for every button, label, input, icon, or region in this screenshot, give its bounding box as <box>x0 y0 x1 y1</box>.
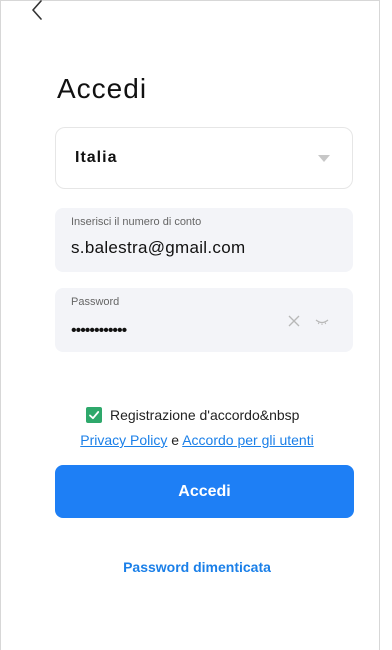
login-button[interactable]: Accedi <box>55 465 354 518</box>
caret-down-icon <box>318 155 330 162</box>
chevron-left-icon <box>32 0 42 20</box>
account-field[interactable]: Inserisci il numero di conto <box>55 208 353 272</box>
user-agreement-link[interactable]: Accordo per gli utenti <box>182 432 314 448</box>
account-field-label: Inserisci il numero di conto <box>71 216 202 228</box>
agreement-row: Registrazione d'accordo&nbsp <box>86 405 299 425</box>
links-conjunction: e <box>171 432 180 448</box>
policy-links: Privacy Policy e Accordo per gli utenti <box>1 432 392 448</box>
back-button[interactable] <box>29 0 47 23</box>
password-field[interactable]: Password •••••••••••• <box>55 288 353 352</box>
agreement-text: Registrazione d'accordo&nbsp <box>110 407 300 423</box>
eye-closed-icon[interactable] <box>315 314 329 328</box>
password-input[interactable]: •••••••••••• <box>71 322 127 340</box>
close-icon[interactable] <box>287 314 301 328</box>
country-select[interactable]: Italia <box>55 127 353 189</box>
password-field-label: Password <box>71 296 120 308</box>
privacy-policy-link[interactable]: Privacy Policy <box>80 432 167 448</box>
checkmark-icon <box>89 411 100 420</box>
page-title: Accedi <box>57 73 148 104</box>
agreement-checkbox[interactable] <box>86 407 102 423</box>
forgot-password-link[interactable]: Password dimenticata <box>1 559 392 575</box>
country-selected-value: Italia <box>75 149 118 166</box>
account-input[interactable] <box>71 238 321 258</box>
login-screen: Accedi Italia Inserisci il numero di con… <box>0 0 380 650</box>
